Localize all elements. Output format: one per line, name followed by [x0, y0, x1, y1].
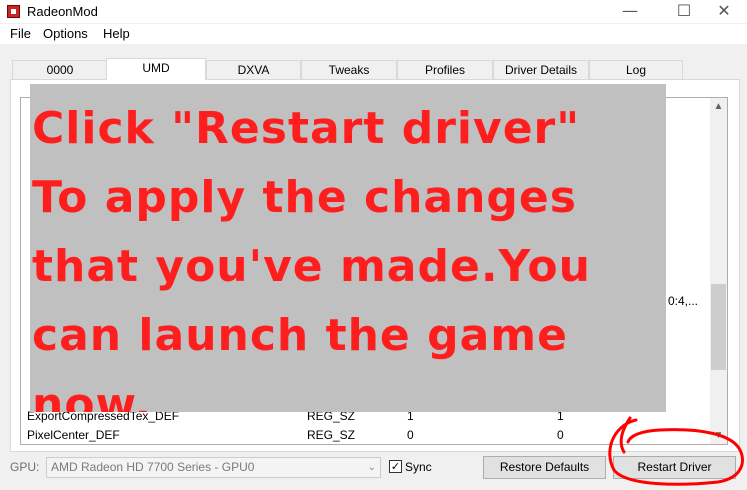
vertical-scrollbar[interactable]: ▲ ▼ — [710, 98, 727, 444]
chevron-down-icon[interactable]: ⌄ — [368, 458, 376, 477]
row-default: 0 — [557, 428, 564, 442]
highlight-stroke — [608, 416, 744, 486]
row-type: REG_SZ — [307, 428, 356, 442]
gpu-select[interactable]: AMD Radeon HD 7700 Series - GPU0 ⌄ — [46, 457, 381, 478]
menu-options[interactable]: Options — [43, 26, 88, 41]
clipped-value-text: 0:4,... — [668, 294, 699, 308]
title-bar: RadeonMod — ☐ ✕ — [0, 0, 747, 24]
row-name: PixelCenter_DEF — [27, 428, 120, 442]
minimize-button[interactable]: — — [607, 0, 653, 24]
tab-0000[interactable]: 0000 — [12, 60, 108, 79]
scroll-up-icon[interactable]: ▲ — [710, 98, 727, 115]
app-icon — [7, 5, 20, 18]
instruction-line: Click "Restart driver" — [32, 103, 581, 154]
tab-driver-details[interactable]: Driver Details — [493, 60, 589, 79]
instruction-line: To apply the changes — [32, 172, 577, 223]
instruction-line: now. — [32, 379, 153, 412]
tab-profiles[interactable]: Profiles — [397, 60, 493, 79]
sync-checkbox[interactable]: ✓ — [389, 460, 402, 473]
menu-help[interactable]: Help — [103, 26, 130, 41]
instruction-line: that you've made.You — [32, 241, 591, 292]
sync-label: Sync — [405, 460, 432, 474]
menu-bar: File Options Help — [0, 24, 747, 44]
restore-defaults-button[interactable]: Restore Defaults — [483, 456, 606, 479]
tab-log[interactable]: Log — [589, 60, 683, 79]
instruction-line: can launch the game — [32, 310, 568, 361]
window-title: RadeonMod — [27, 4, 98, 19]
tab-umd[interactable]: UMD — [106, 58, 206, 80]
tab-dxva[interactable]: DXVA — [206, 60, 301, 79]
row-value: 0 — [407, 428, 414, 442]
highlight-circle-icon — [608, 416, 744, 486]
menu-file[interactable]: File — [10, 26, 31, 41]
instruction-text: Click "Restart driver" To apply the chan… — [32, 94, 662, 412]
instruction-overlay: Click "Restart driver" To apply the chan… — [30, 84, 666, 412]
gpu-selected-value: AMD Radeon HD 7700 Series - GPU0 — [51, 460, 255, 474]
scroll-thumb[interactable] — [711, 284, 726, 370]
tab-tweaks[interactable]: Tweaks — [301, 60, 397, 79]
close-button[interactable]: ✕ — [701, 0, 747, 24]
gpu-label: GPU: — [10, 460, 40, 474]
